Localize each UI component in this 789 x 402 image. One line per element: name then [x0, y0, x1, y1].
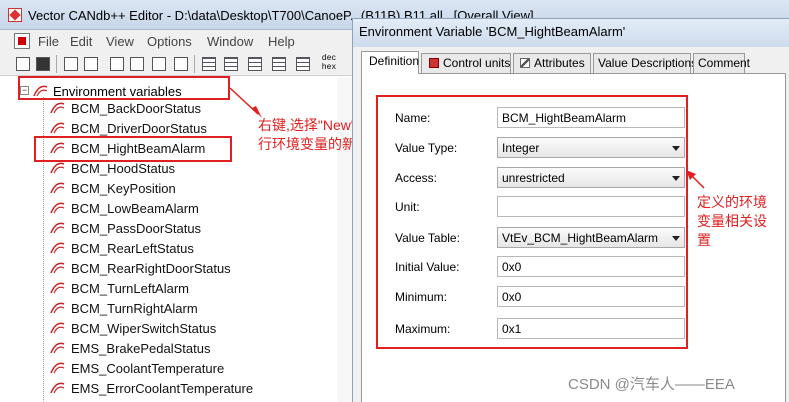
tab-label: Attributes [534, 56, 585, 70]
menu-options[interactable]: Options [147, 34, 192, 49]
grid-view-icon[interactable] [246, 55, 264, 73]
toolbar: dec hex [0, 52, 352, 76]
environment-variable-icon [50, 182, 65, 194]
app-icon [8, 8, 22, 22]
tree-item-label: BCM_DriverDoorStatus [71, 121, 207, 136]
tree-item-label: BCM_TurnRightAlarm [71, 301, 198, 316]
environment-variable-icon [50, 342, 65, 354]
tab-definition[interactable]: Definition [361, 51, 419, 74]
environment-variable-icon [50, 222, 65, 234]
tools-icon[interactable] [128, 55, 146, 73]
tree-item-label: BCM_KeyPosition [71, 181, 176, 196]
menu-window[interactable]: Window [207, 34, 253, 49]
dec-hex-toggle[interactable]: dec hex [318, 54, 340, 72]
annotation-right-line3: 置 [697, 232, 711, 248]
menu-edit[interactable]: Edit [70, 34, 92, 49]
environment-variable-icon [50, 362, 65, 374]
tree-item-label: BCM_HoodStatus [71, 161, 176, 176]
environment-variable-icon [50, 302, 65, 314]
attributes-icon [520, 58, 530, 68]
tree-item-label: BCM_RearRightDoorStatus [71, 261, 231, 276]
dialog-tabs: Definition Control units Attributes Valu… [361, 51, 786, 74]
tab-label: Definition [369, 54, 420, 68]
screenshot-root: Vector CANdb++ Editor - D:\data\Desktop\… [0, 0, 789, 402]
tree-item-label: BCM_LowBeamAlarm [71, 201, 199, 216]
menubar: File Edit View Options Window Help [0, 30, 352, 52]
highlight-selected-variable [34, 136, 232, 162]
environment-variable-icon [50, 242, 65, 254]
environment-variable-icon [50, 202, 65, 214]
toolbar-separator [194, 55, 195, 73]
copy-icon[interactable] [62, 55, 80, 73]
wrench-icon[interactable] [172, 55, 190, 73]
dialog-title: Environment Variable 'BCM_HightBeamAlarm… [359, 24, 626, 39]
paste-icon[interactable] [82, 55, 100, 73]
environment-variable-icon [50, 382, 65, 394]
tab-label: Value Descriptions [598, 56, 698, 70]
matrix-view-icon[interactable] [294, 55, 312, 73]
tree-item-label: BCM_WiperSwitchStatus [71, 321, 217, 336]
tab-attributes[interactable]: Attributes [513, 53, 591, 73]
tree-item-label: EMS_BrakePedalStatus [71, 341, 211, 356]
detail-view-icon[interactable] [270, 55, 288, 73]
table-view-icon[interactable] [200, 55, 218, 73]
annotation-right-line2: 变量相关设 [697, 213, 767, 229]
properties-icon[interactable] [108, 55, 126, 73]
menu-help[interactable]: Help [268, 34, 295, 49]
annotation-arrow [686, 170, 705, 189]
dialog-titlebar: Environment Variable 'BCM_HightBeamAlarm… [353, 19, 789, 47]
environment-variable-icon [50, 282, 65, 294]
environment-variable-icon [50, 162, 65, 174]
highlight-env-variables-root [18, 76, 230, 100]
environment-variable-icon [50, 322, 65, 334]
save-icon[interactable] [34, 55, 52, 73]
tab-label: Control units [443, 56, 511, 70]
annotation-right-line1: 定义的环境 [697, 194, 767, 210]
tree-item-label: EMS_CoolantTemperature [71, 361, 225, 376]
tree-item-label: EMS_ErrorCoolantTemperature [71, 381, 254, 396]
environment-variable-icon [50, 262, 65, 274]
watermark: CSDN @汽车人——EEA [568, 376, 735, 393]
menu-file[interactable]: File [38, 34, 59, 49]
highlight-definition-fields [376, 95, 688, 349]
tree-item-label: BCM_RearLeftStatus [71, 241, 194, 256]
tab-value-descriptions[interactable]: Value Descriptions [593, 53, 697, 73]
tab-label: Comment [698, 56, 751, 70]
tree-item-label: BCM_BackDoorStatus [71, 101, 202, 116]
tab-comment[interactable]: Comment [693, 53, 750, 73]
list-view-icon[interactable] [222, 55, 240, 73]
menu-view[interactable]: View [106, 34, 134, 49]
control-units-icon [429, 58, 439, 68]
environment-variable-icon [50, 122, 65, 134]
link-icon[interactable] [150, 55, 168, 73]
tab-control-units[interactable]: Control units [421, 53, 511, 73]
document-system-menu-icon[interactable] [14, 33, 30, 49]
tree-item-label: BCM_PassDoorStatus [71, 221, 202, 236]
toolbar-separator [56, 55, 57, 73]
new-icon[interactable] [14, 55, 32, 73]
environment-variable-icon [50, 102, 65, 114]
tree-item-label: BCM_TurnLeftAlarm [71, 281, 189, 296]
